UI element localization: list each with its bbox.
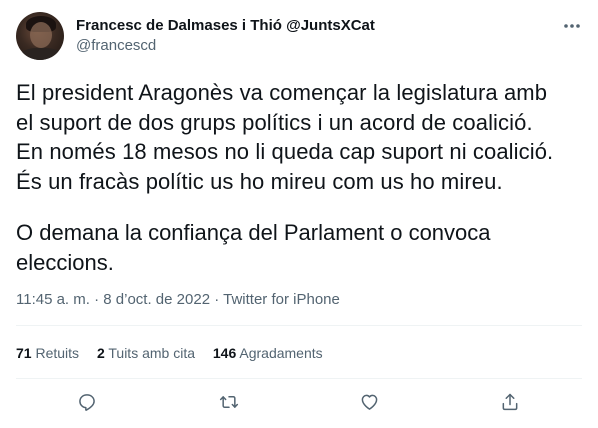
meta-separator: ·	[94, 291, 100, 308]
tweet-time[interactable]: 11:45 a. m.	[16, 291, 90, 308]
tweet-card: Francesc de Dalmases i Thió @JuntsXCat @…	[0, 0, 598, 428]
tweet-meta: 11:45 a. m. · 8 d’oct. de 2022 · Twitter…	[16, 291, 340, 308]
avatar-face	[30, 22, 52, 48]
more-dots-icon	[563, 23, 581, 29]
tweet-source[interactable]: Twitter for iPhone	[223, 291, 340, 308]
likes-label: Agradaments	[239, 345, 323, 361]
like-button[interactable]	[357, 390, 381, 414]
engagement-stats: 71 Retuits 2 Tuits amb cita 146 Agradame…	[16, 345, 337, 361]
retweets-stat[interactable]: 71 Retuits	[16, 345, 79, 361]
likes-stat[interactable]: 146 Agradaments	[213, 345, 323, 361]
quotes-label: Tuits amb cita	[108, 345, 195, 361]
quotes-stat[interactable]: 2 Tuits amb cita	[97, 345, 195, 361]
avatar[interactable]	[16, 12, 64, 60]
retweets-label: Retuits	[35, 345, 80, 361]
share-icon	[500, 392, 520, 412]
retweet-button[interactable]	[217, 390, 241, 414]
divider	[16, 325, 582, 326]
share-button[interactable]	[498, 390, 522, 414]
tweet-text: El president Aragonès va començar la leg…	[16, 80, 554, 194]
more-options-button[interactable]	[560, 16, 584, 36]
divider	[16, 378, 582, 379]
tweet-date[interactable]: 8 d’oct. de 2022	[103, 291, 210, 308]
heart-icon	[359, 392, 380, 412]
likes-count: 146	[212, 345, 237, 361]
tweet-text-paragraph-2: O demana la confiança del Parlament o co…	[16, 220, 491, 275]
reply-icon	[77, 392, 97, 412]
reply-button[interactable]	[75, 390, 99, 414]
action-bar	[0, 390, 598, 416]
author-display-name[interactable]: Francesc de Dalmases i Thió @JuntsXCat	[76, 17, 375, 34]
meta-separator-2: ·	[214, 291, 220, 308]
retweet-icon	[218, 392, 240, 412]
author-handle[interactable]: @francescd	[76, 37, 156, 54]
retweets-count: 71	[16, 345, 32, 361]
quotes-count: 2	[96, 345, 105, 361]
avatar-shirt	[20, 48, 62, 60]
